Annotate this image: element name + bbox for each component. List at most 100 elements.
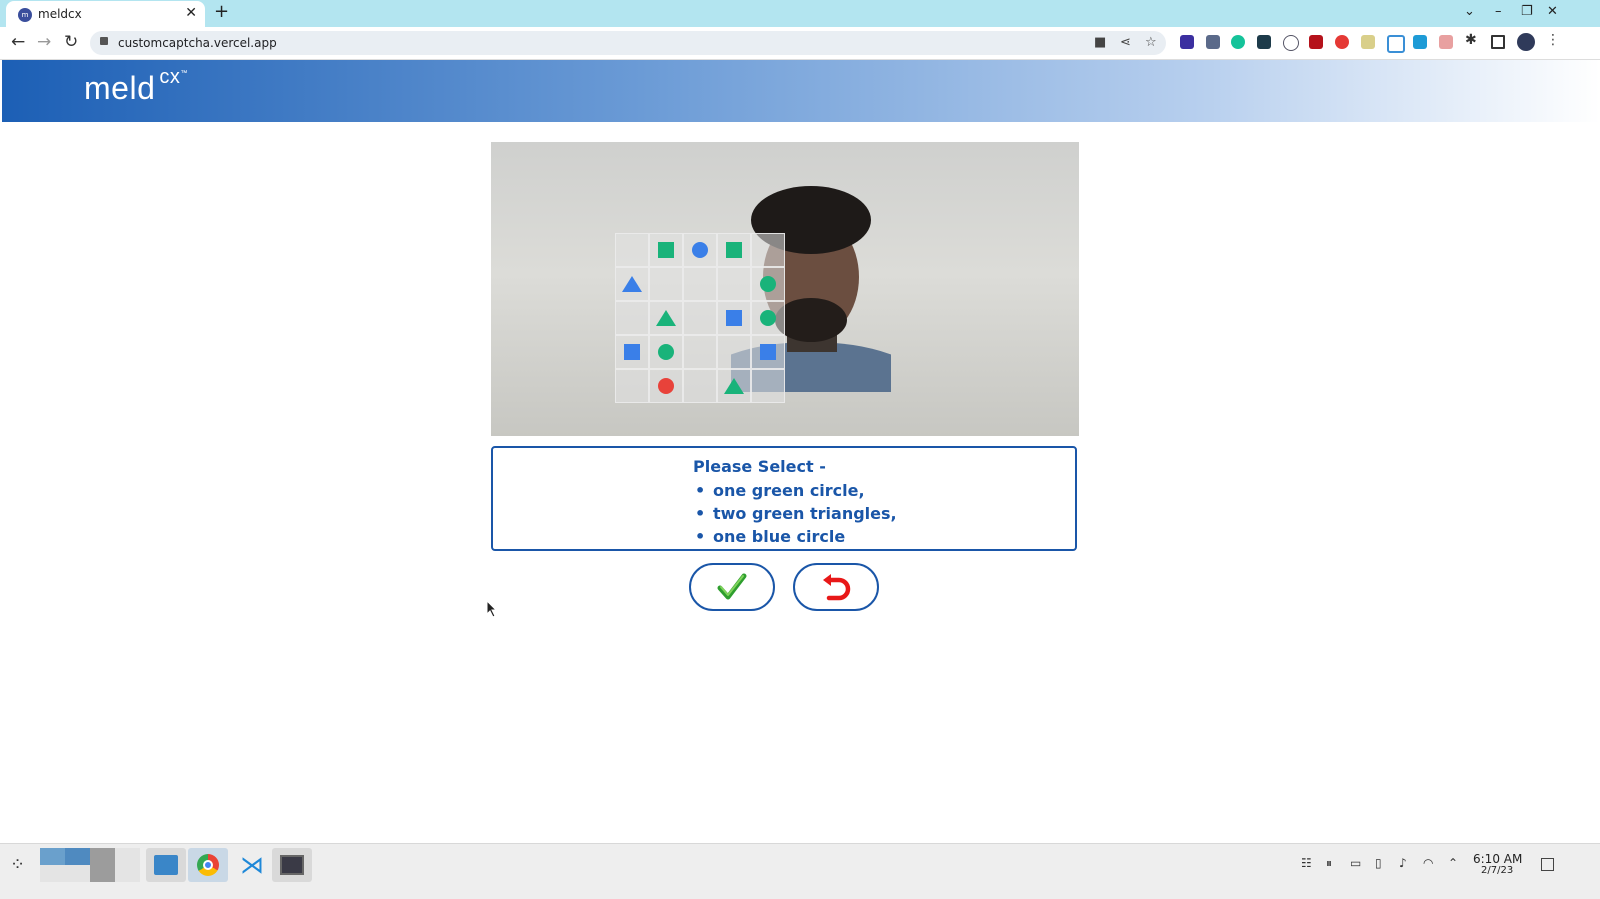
browser-tab-strip: m meldcx ✕ + ⌄ – ❐ ✕ (0, 0, 1600, 27)
captcha-grid-cell[interactable] (683, 301, 717, 335)
address-bar[interactable]: customcaptcha.vercel.app ■ ⋖ ☆ (90, 31, 1166, 55)
extension-tools-icon[interactable] (1206, 35, 1220, 49)
instructions-list: one green circle, two green triangles, o… (693, 479, 897, 548)
browser-toolbar: ← → ↻ customcaptcha.vercel.app ■ ⋖ ☆ ✱ ⋮ (0, 27, 1600, 60)
captcha-grid-cell[interactable] (615, 369, 649, 403)
captcha-grid-cell[interactable] (615, 335, 649, 369)
desktop-6[interactable] (65, 865, 90, 882)
close-tab-icon[interactable]: ✕ (185, 5, 197, 21)
address-url: customcaptcha.vercel.app (118, 36, 277, 50)
submit-button[interactable] (689, 563, 775, 611)
captcha-grid-cell[interactable] (683, 233, 717, 267)
vscode-app[interactable]: ⋊ (230, 848, 270, 882)
meldcx-favicon-icon: m (18, 8, 32, 22)
captcha-grid-cell[interactable] (683, 267, 717, 301)
screenshot-app[interactable] (272, 848, 312, 882)
chrome-app[interactable] (188, 848, 228, 882)
blue-square-icon (760, 344, 776, 360)
vscode-icon: ⋊ (240, 851, 264, 879)
desktop-4[interactable] (115, 848, 140, 865)
green-circle-icon (760, 310, 776, 326)
close-window-icon[interactable]: ✕ (1547, 4, 1558, 19)
tab-search-chevron-icon[interactable]: ⌄ (1464, 4, 1475, 19)
instruction-item: one blue circle (695, 525, 897, 548)
green-triangle-icon (724, 378, 744, 394)
blue-square-icon (624, 344, 640, 360)
app-launcher-icon[interactable]: ⁘ (10, 854, 25, 875)
extensions-puzzle-icon[interactable]: ✱ (1465, 32, 1479, 48)
captcha-grid-cell[interactable] (751, 267, 785, 301)
captcha-grid-cell[interactable] (717, 335, 751, 369)
captcha-grid-cell[interactable] (649, 301, 683, 335)
reload-icon[interactable]: ↻ (64, 32, 78, 52)
captcha-grid-cell[interactable] (649, 369, 683, 403)
file-manager-app[interactable] (146, 848, 186, 882)
extension-a-icon[interactable] (1283, 35, 1299, 51)
screenshot-extension-icon[interactable] (1387, 35, 1405, 53)
side-panel-icon[interactable] (1491, 35, 1505, 49)
blue-triangle-icon (622, 276, 642, 292)
media-pause-icon[interactable]: ⏸ (1326, 856, 1332, 871)
captcha-grid-cell[interactable] (615, 267, 649, 301)
captcha-grid-cell[interactable] (751, 233, 785, 267)
browser-menu-icon[interactable]: ⋮ (1546, 32, 1560, 48)
captcha-grid-cell[interactable] (717, 301, 751, 335)
tray-expand-icon[interactable]: ⌃ (1448, 856, 1458, 870)
forward-arrow-icon[interactable]: → (37, 32, 51, 52)
back-arrow-icon[interactable]: ← (11, 32, 25, 52)
desktop-7[interactable] (90, 865, 115, 882)
grammarly-extension-icon[interactable] (1231, 35, 1245, 49)
clock-time[interactable]: 6:10 AM (1473, 852, 1522, 866)
desktop-8[interactable] (115, 865, 140, 882)
red-circle-icon (658, 378, 674, 394)
captcha-grid-cell[interactable] (649, 335, 683, 369)
captcha-grid-cell[interactable] (751, 369, 785, 403)
captcha-grid-cell[interactable] (751, 301, 785, 335)
browser-tab[interactable]: m meldcx ✕ (6, 1, 205, 27)
notes-extension-icon[interactable] (1361, 35, 1375, 49)
extension-graduation-icon[interactable] (1180, 35, 1194, 49)
profile-avatar[interactable] (1517, 33, 1535, 51)
captcha-grid-cell[interactable] (751, 335, 785, 369)
lock-icon (100, 37, 108, 45)
captcha-grid-cell[interactable] (717, 267, 751, 301)
clock-date[interactable]: 2/7/23 (1481, 865, 1513, 876)
keyboard-layout-icon[interactable]: ☷ (1301, 856, 1312, 870)
restore-window-icon[interactable]: ❐ (1521, 4, 1533, 19)
wifi-icon[interactable]: ◠ (1423, 856, 1433, 870)
desktop-5[interactable] (40, 865, 65, 882)
captcha-grid-cell[interactable] (615, 233, 649, 267)
desktop-3[interactable] (90, 848, 115, 865)
captcha-grid-cell[interactable] (683, 369, 717, 403)
show-desktop-icon[interactable] (1541, 858, 1554, 871)
captcha-grid (615, 233, 785, 403)
logo-sub-text: cx (159, 66, 181, 88)
green-circle-icon (760, 276, 776, 292)
new-tab-button[interactable]: + (214, 1, 229, 22)
captcha-grid-cell[interactable] (649, 267, 683, 301)
green-checkmark-icon (717, 573, 747, 600)
reset-button[interactable] (793, 563, 879, 611)
terminal-icon[interactable]: ▭ (1350, 856, 1361, 870)
captcha-grid-cell[interactable] (649, 233, 683, 267)
bookmark-star-icon[interactable]: ☆ (1145, 35, 1157, 50)
captcha-grid-cell[interactable] (683, 335, 717, 369)
desktop-2[interactable] (65, 848, 90, 865)
clipboard-icon[interactable]: ▯ (1375, 856, 1382, 870)
minimize-window-icon[interactable]: – (1495, 4, 1502, 19)
share-icon[interactable]: ⋖ (1120, 35, 1131, 50)
extension-grid-icon[interactable] (1257, 35, 1271, 49)
captcha-grid-cell[interactable] (717, 369, 751, 403)
volume-icon[interactable]: ♪ (1399, 856, 1407, 870)
webcam-video-feed (491, 142, 1079, 436)
desktop-1[interactable] (40, 848, 65, 865)
camera-icon[interactable]: ■ (1094, 35, 1106, 50)
captcha-grid-cell[interactable] (717, 233, 751, 267)
ublock-extension-icon[interactable] (1309, 35, 1323, 49)
record-extension-icon[interactable] (1335, 35, 1349, 49)
extension-image-icon[interactable] (1439, 35, 1453, 49)
virtual-desktop-pager[interactable] (40, 848, 140, 882)
blue-square-icon (726, 310, 742, 326)
captcha-grid-cell[interactable] (615, 301, 649, 335)
extension-copy-icon[interactable] (1413, 35, 1427, 49)
